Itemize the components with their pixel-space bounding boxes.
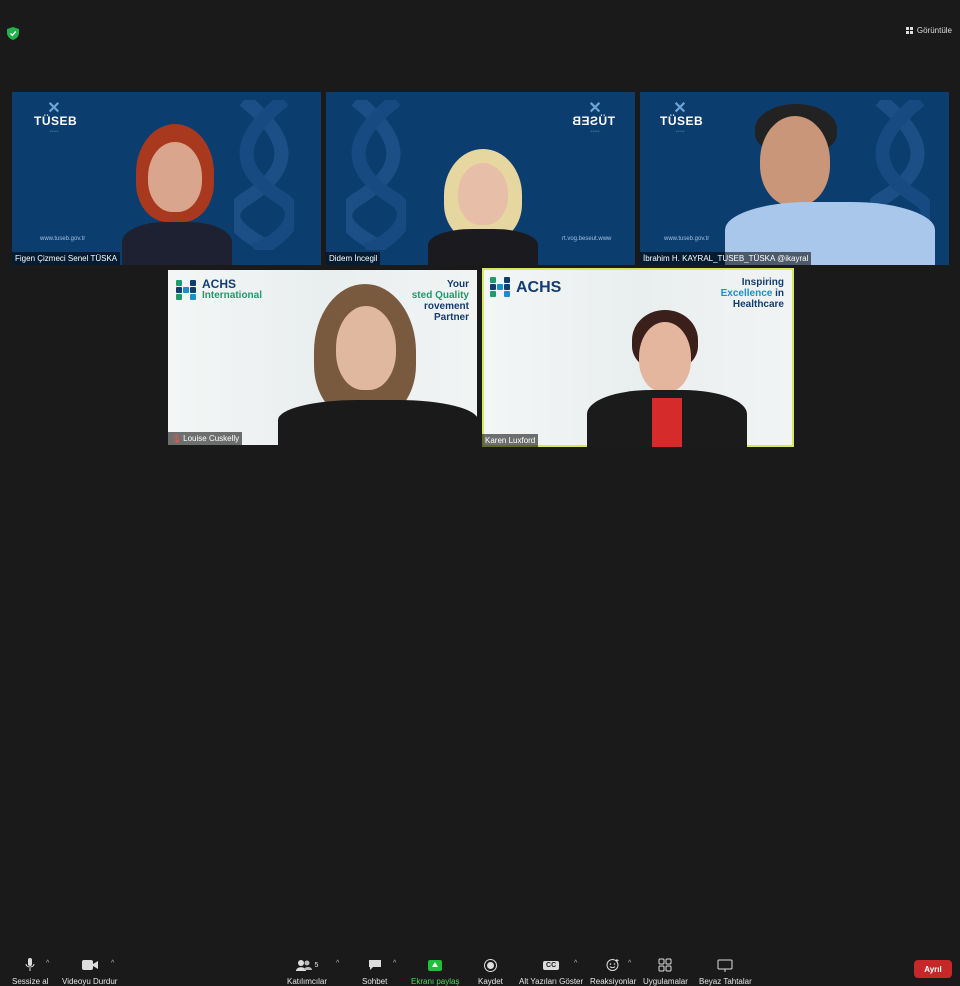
reactions-options-caret[interactable]: ^ (628, 960, 631, 967)
dna-watermark-icon (234, 100, 294, 250)
tuseb-logo: ✕ TÜSEB • • • • • (34, 100, 78, 134)
meeting-toolbar: Sessize al ^ Videoyu Durdur ^ 5 Katılımc… (0, 470, 960, 986)
record-button[interactable]: Kaydet (478, 957, 503, 986)
tuseb-website: www.tuseb.gov.tr (40, 236, 86, 242)
apps-button[interactable]: Uygulamalar (643, 957, 688, 986)
participants-options-caret[interactable]: ^ (336, 960, 339, 967)
tuseb-logo: ✕ TÜSEB • • • • • (660, 100, 704, 134)
participant-video-karen (587, 310, 747, 447)
participant-video-ibrahim (725, 104, 935, 265)
achs-mark-icon (490, 277, 510, 297)
tuseb-website-mirrored: rt.vog.beseut.www (562, 236, 612, 242)
video-tile-louise[interactable]: ACHS International Your sted Quality rov… (168, 270, 477, 445)
video-options-caret[interactable]: ^ (111, 960, 114, 967)
participant-name-didem: Didem İncegil (326, 252, 381, 265)
muted-mic-icon: 🎙 (171, 434, 182, 443)
video-tile-karen[interactable]: ACHS Inspiring Excellence in Healthcare … (482, 268, 794, 447)
achs-logo: ACHS (490, 277, 561, 297)
stop-video-button[interactable]: Videoyu Durdur (62, 957, 117, 986)
captions-options-caret[interactable]: ^ (574, 960, 577, 967)
chat-bubble-icon (368, 960, 381, 970)
closed-captions-icon: CC (543, 960, 560, 970)
achs-international-logo: ACHS International (176, 278, 262, 301)
whiteboards-button[interactable]: Beyaz Tahtalar (699, 957, 752, 986)
participant-name-karen: Karen Luxford (482, 434, 539, 447)
participant-name-ibrahim: İbrahim H. KAYRAL_TUSEB_TÜSKA @ikayral (640, 252, 812, 265)
grid-view-icon (905, 27, 913, 34)
security-shield-icon[interactable] (7, 27, 19, 40)
apps-icon (658, 958, 672, 972)
video-tile-ibrahim[interactable]: ✕ TÜSEB • • • • • www.tuseb.gov.tr İbrah… (640, 92, 949, 265)
whiteboard-icon (717, 959, 733, 972)
view-button[interactable]: Görüntüle (905, 26, 952, 35)
view-label: Görüntüle (916, 26, 952, 35)
record-icon (483, 958, 497, 972)
share-screen-button[interactable]: Ekranı paylaş (411, 957, 459, 986)
tuseb-logo-mirrored: ✕ TÜSEB • • • • • (571, 100, 615, 133)
share-screen-icon (428, 959, 443, 971)
mute-options-caret[interactable]: ^ (46, 960, 49, 967)
mute-button[interactable]: Sessize al (12, 957, 48, 986)
tuseb-website: www.tuseb.gov.tr (664, 236, 710, 242)
smiley-icon (606, 959, 619, 971)
chat-button[interactable]: Sohbet (362, 957, 387, 986)
participant-name-figen: Figen Çizmeci Senel TÜSKA (12, 252, 121, 265)
microphone-icon (25, 958, 35, 971)
achs-mark-icon (176, 280, 196, 300)
video-camera-icon (81, 960, 98, 970)
participant-video-didem (428, 147, 538, 265)
chat-options-caret[interactable]: ^ (393, 960, 396, 967)
participants-count: 5 (314, 961, 319, 969)
video-tile-didem[interactable]: ✕ TÜSEB • • • • • rt.vog.beseut.www Dide… (326, 92, 635, 265)
participants-icon (295, 959, 312, 971)
participant-video-louise (278, 282, 477, 445)
participant-name-louise: 🎙 Louise Cuskelly (168, 432, 243, 445)
dna-watermark-icon (346, 100, 406, 250)
leave-meeting-button[interactable]: Ayrıl (914, 960, 952, 978)
participants-button[interactable]: 5 Katılımcılar (287, 957, 327, 986)
video-tile-figen[interactable]: ✕ TÜSEB • • • • • www.tuseb.gov.tr Figen… (12, 92, 321, 265)
participant-video-figen (122, 122, 232, 265)
achs-tagline: Inspiring Excellence in Healthcare (720, 277, 784, 310)
